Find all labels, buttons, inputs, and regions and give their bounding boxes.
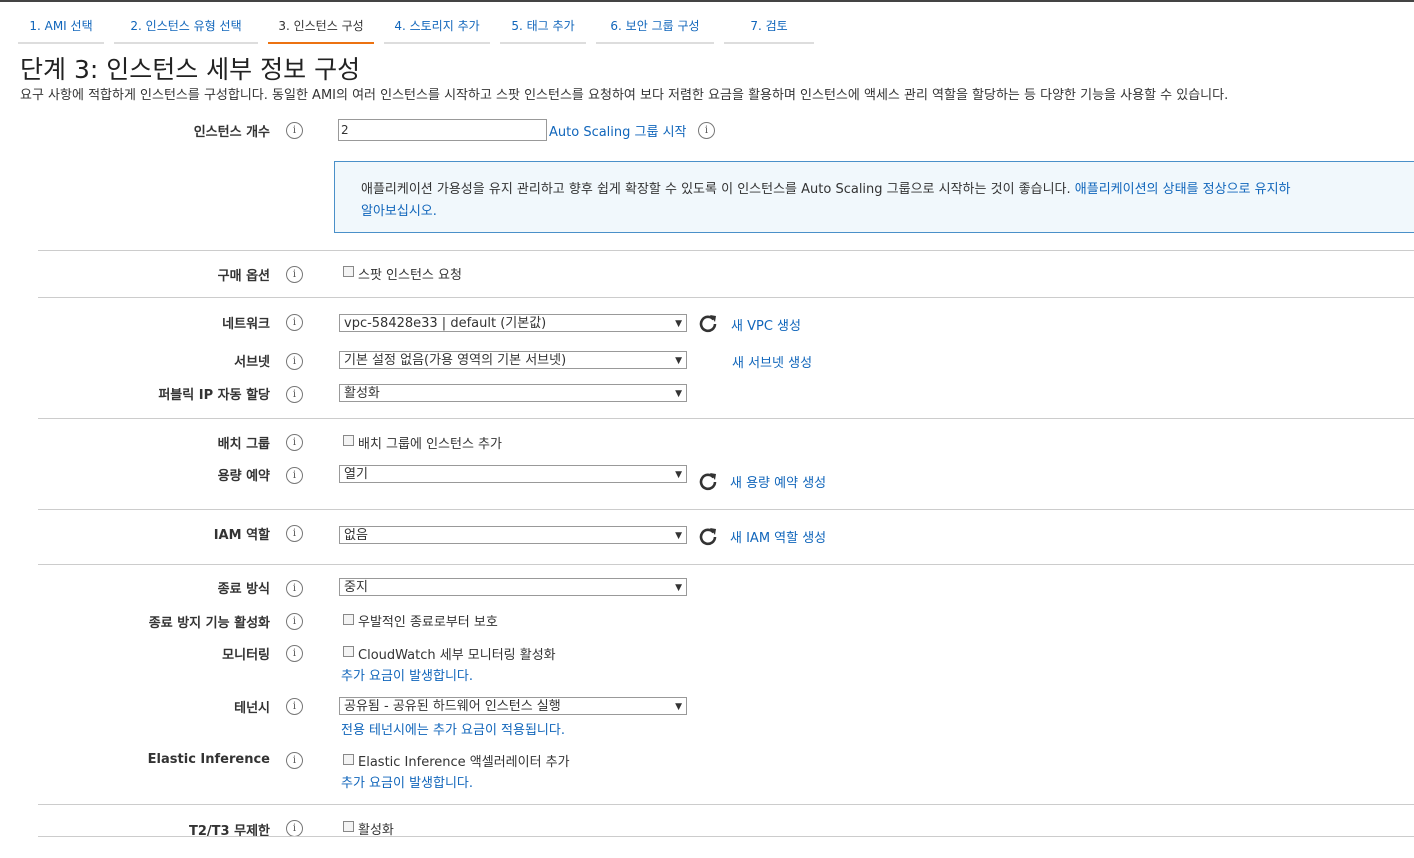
refresh-icon[interactable] — [698, 313, 718, 333]
info-icon[interactable]: i — [286, 613, 303, 630]
info-icon[interactable]: i — [286, 122, 303, 139]
divider — [38, 509, 1414, 510]
notice-text-line: 애플리케이션 가용성을 유지 관리하고 향후 쉽게 확장할 수 있도록 이 인스… — [361, 178, 1291, 197]
info-icon[interactable]: i — [286, 525, 303, 542]
notice-link-health[interactable]: 애플리케이션의 상태를 정상으로 유지하 — [1075, 182, 1291, 197]
shutdown-behavior-select[interactable]: 중지 ▼ — [339, 578, 687, 596]
network-select[interactable]: vpc-58428e33 | default (기본값) ▼ — [339, 314, 687, 332]
chevron-down-icon: ▼ — [675, 389, 682, 399]
info-icon[interactable]: i — [286, 467, 303, 484]
purchase-option-label: 구매 옵션 — [217, 269, 270, 284]
chevron-down-icon: ▼ — [675, 470, 682, 480]
termination-protection-label: 종료 방지 기능 활성화 — [148, 616, 270, 631]
monitoring-label: 모니터링 — [222, 648, 270, 663]
tenancy-select-value: 공유됨 - 공유된 하드웨어 인스턴스 실행 — [344, 699, 561, 714]
info-icon[interactable]: i — [286, 820, 303, 837]
auto-scaling-link[interactable]: Auto Scaling 그룹 시작 — [549, 121, 687, 140]
refresh-icon[interactable] — [698, 471, 718, 491]
chevron-down-icon: ▼ — [675, 531, 682, 541]
shutdown-behavior-select-value: 중지 — [344, 580, 368, 595]
wizard-tabs: 1. AMI 선택 2. 인스턴스 유형 선택 3. 인스턴스 구성 4. 스토… — [18, 14, 818, 44]
termination-protection-checkbox-label: 우발적인 종료로부터 보호 — [358, 615, 498, 630]
monitoring-checkbox[interactable] — [343, 646, 354, 657]
divider — [38, 297, 1414, 298]
divider — [38, 836, 1414, 837]
monitoring-charge-note: 추가 요금이 발생합니다. — [341, 669, 473, 684]
network-select-value: vpc-58428e33 | default (기본값) — [344, 316, 547, 331]
info-icon[interactable]: i — [286, 645, 303, 662]
capacity-reservation-select[interactable]: 열기 ▼ — [339, 465, 687, 483]
chevron-down-icon: ▼ — [675, 583, 682, 593]
create-vpc-link[interactable]: 새 VPC 생성 — [731, 315, 801, 334]
refresh-icon[interactable] — [698, 526, 718, 546]
divider — [38, 564, 1414, 565]
tab-security-group[interactable]: 6. 보안 그룹 구성 — [596, 14, 714, 44]
create-subnet-link[interactable]: 새 서브넷 생성 — [732, 352, 812, 371]
placement-group-label: 배치 그룹 — [217, 437, 270, 452]
iam-role-select[interactable]: 없음 ▼ — [339, 526, 687, 544]
spot-instance-checkbox-label: 스팟 인스턴스 요청 — [358, 268, 462, 283]
public-ip-label: 퍼블릭 IP 자동 할당 — [158, 388, 270, 403]
auto-scaling-notice: 애플리케이션 가용성을 유지 관리하고 향후 쉽게 확장할 수 있도록 이 인스… — [334, 161, 1414, 233]
page-title: 단계 3: 인스턴스 세부 정보 구성 — [20, 55, 361, 84]
placement-group-checkbox[interactable] — [343, 435, 354, 446]
tenancy-charge-note: 전용 테넌시에는 추가 요금이 적용됩니다. — [341, 723, 565, 738]
divider — [38, 418, 1414, 419]
create-capacity-reservation-link[interactable]: 새 용량 예약 생성 — [730, 472, 826, 491]
tenancy-select[interactable]: 공유됨 - 공유된 하드웨어 인스턴스 실행 ▼ — [339, 697, 687, 715]
page-description: 요구 사항에 적합하게 인스턴스를 구성합니다. 동일한 AMI의 여러 인스턴… — [20, 88, 1229, 103]
info-icon[interactable]: i — [286, 752, 303, 769]
subnet-label: 서브넷 — [234, 355, 270, 370]
elastic-inference-checkbox[interactable] — [343, 754, 354, 765]
monitoring-checkbox-label: CloudWatch 세부 모니터링 활성화 — [358, 648, 556, 663]
termination-protection-checkbox[interactable] — [343, 614, 354, 625]
tab-configure-instance[interactable]: 3. 인스턴스 구성 — [268, 14, 374, 44]
info-icon[interactable]: i — [698, 122, 715, 139]
elastic-inference-checkbox-label: Elastic Inference 액셀러레이터 추가 — [358, 755, 570, 770]
subnet-select-value: 기본 설정 없음(가용 영역의 기본 서브넷) — [344, 353, 567, 368]
placement-group-checkbox-label: 배치 그룹에 인스턴스 추가 — [358, 437, 502, 452]
info-icon[interactable]: i — [286, 314, 303, 331]
capacity-reservation-select-value: 열기 — [344, 467, 368, 482]
tab-review[interactable]: 7. 검토 — [724, 14, 814, 44]
create-iam-role-link[interactable]: 새 IAM 역할 생성 — [730, 527, 826, 546]
subnet-select[interactable]: 기본 설정 없음(가용 영역의 기본 서브넷) ▼ — [339, 351, 687, 369]
info-icon[interactable]: i — [286, 434, 303, 451]
divider — [38, 804, 1414, 805]
top-border — [0, 0, 1414, 2]
tab-ami[interactable]: 1. AMI 선택 — [18, 14, 104, 44]
tab-instance-type[interactable]: 2. 인스턴스 유형 선택 — [114, 14, 258, 44]
tenancy-label: 테넌시 — [234, 701, 270, 716]
chevron-down-icon: ▼ — [675, 356, 682, 366]
info-icon[interactable]: i — [286, 353, 303, 370]
notice-link-learn[interactable]: 알아보십시오. — [361, 200, 437, 219]
instance-count-input[interactable]: 2 — [338, 119, 547, 141]
public-ip-select[interactable]: 활성화 ▼ — [339, 384, 687, 402]
capacity-reservation-label: 용량 예약 — [217, 469, 270, 484]
instance-count-label: 인스턴스 개수 — [193, 125, 270, 140]
info-icon[interactable]: i — [286, 386, 303, 403]
iam-role-select-value: 없음 — [344, 528, 368, 543]
t2t3-unlimited-checkbox[interactable] — [343, 821, 354, 832]
notice-text: 애플리케이션 가용성을 유지 관리하고 향후 쉽게 확장할 수 있도록 이 인스… — [361, 182, 1071, 197]
tab-add-storage[interactable]: 4. 스토리지 추가 — [384, 14, 490, 44]
iam-role-label: IAM 역할 — [213, 528, 270, 543]
elastic-inference-charge-note: 추가 요금이 발생합니다. — [341, 776, 473, 791]
info-icon[interactable]: i — [286, 580, 303, 597]
chevron-down-icon: ▼ — [675, 319, 682, 329]
tab-add-tags[interactable]: 5. 태그 추가 — [500, 14, 586, 44]
network-label: 네트워크 — [222, 317, 270, 332]
info-icon[interactable]: i — [286, 698, 303, 715]
public-ip-select-value: 활성화 — [344, 386, 380, 401]
elastic-inference-label: Elastic Inference — [147, 752, 270, 767]
info-icon[interactable]: i — [286, 266, 303, 283]
shutdown-behavior-label: 종료 방식 — [217, 582, 270, 597]
spot-instance-checkbox[interactable] — [343, 266, 354, 277]
divider — [38, 250, 1414, 251]
chevron-down-icon: ▼ — [675, 702, 682, 712]
